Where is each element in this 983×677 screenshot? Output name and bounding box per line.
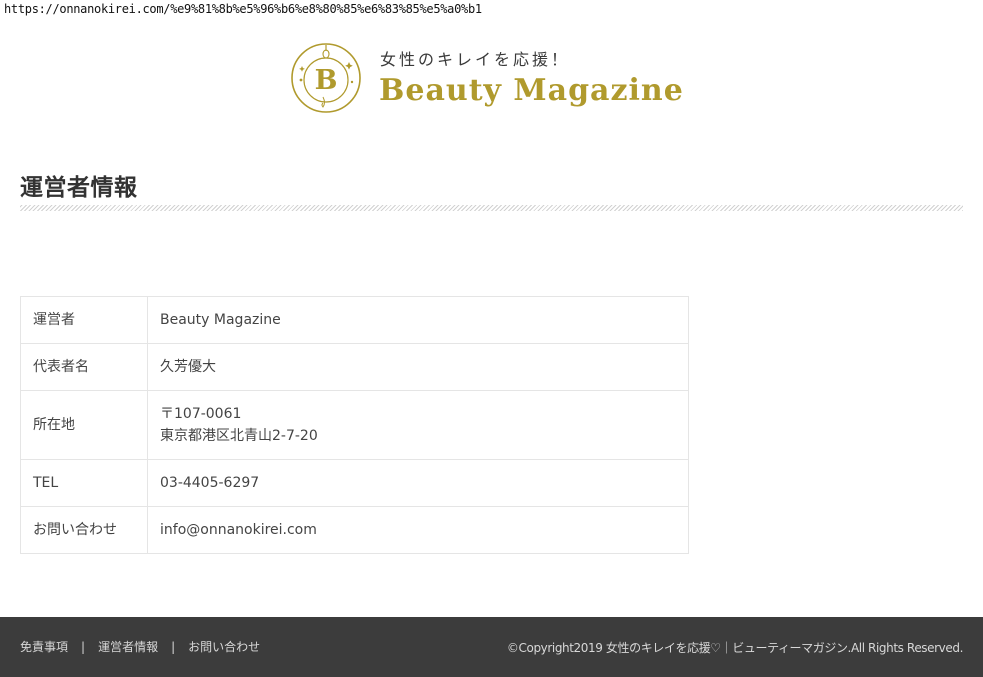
table-row-address: 所在地 〒107-0061 東京都港区北青山2-7-20 <box>20 390 689 460</box>
address-value: 〒107-0061 東京都港区北青山2-7-20 <box>147 390 689 460</box>
site-logo-link[interactable]: B 女性のキレイを応援！ Beauty Magazine <box>289 40 699 116</box>
row-label: 所在地 <box>20 390 148 460</box>
footer-nav: 免責事項 | 運営者情報 | お問い合わせ <box>20 638 260 655</box>
footer-link-disclaimer[interactable]: 免責事項 <box>20 640 68 654</box>
title-divider <box>20 205 963 211</box>
emblem-letter: B <box>315 65 338 96</box>
site-footer: 免責事項 | 運営者情報 | お問い合わせ ©Copyright2019 女性のキレイを… <box>0 617 983 677</box>
row-label: 運営者 <box>20 296 148 344</box>
phone-number: 03-4405-6297 <box>147 459 689 507</box>
footer-separator: | <box>171 640 176 654</box>
footer-link-operator-info[interactable]: 運営者情報 <box>98 640 158 654</box>
site-header: B 女性のキレイを応援！ Beauty Magazine <box>0 38 983 118</box>
site-title: Beauty Magazine <box>379 73 684 108</box>
table-row-operator: 運営者 Beauty Magazine <box>20 296 689 344</box>
footer-separator: | <box>81 640 86 654</box>
street-address: 東京都港区北青山2-7-20 <box>160 428 318 444</box>
table-row-representative: 代表者名 久芳優大 <box>20 343 689 391</box>
address-bar-url[interactable]: https://onnanokirei.com/%e9%81%8b%e5%96%… <box>4 2 482 16</box>
row-value: Beauty Magazine <box>147 296 689 344</box>
row-label: TEL <box>20 459 148 507</box>
row-value: 久芳優大 <box>147 343 689 391</box>
contact-email: info@onnanokirei.com <box>147 506 689 554</box>
table-row-tel: TEL 03-4405-6297 <box>20 459 689 507</box>
row-label: 代表者名 <box>20 343 148 391</box>
postal-code: 〒107-0061 <box>160 406 242 422</box>
site-tagline: 女性のキレイを応援！ <box>380 50 571 69</box>
footer-link-contact[interactable]: お問い合わせ <box>188 640 260 654</box>
row-label: お問い合わせ <box>20 506 148 554</box>
beauty-magazine-emblem-icon: B <box>291 43 361 113</box>
table-row-contact: お問い合わせ info@onnanokirei.com <box>20 506 689 554</box>
operator-info-table: 運営者 Beauty Magazine 代表者名 久芳優大 所在地 〒107-0… <box>20 296 689 554</box>
page-title: 運営者情報 <box>20 175 138 201</box>
copyright-text: ©Copyright2019 女性のキレイを応援♡｜ビューティーマガジン.All… <box>506 641 963 655</box>
